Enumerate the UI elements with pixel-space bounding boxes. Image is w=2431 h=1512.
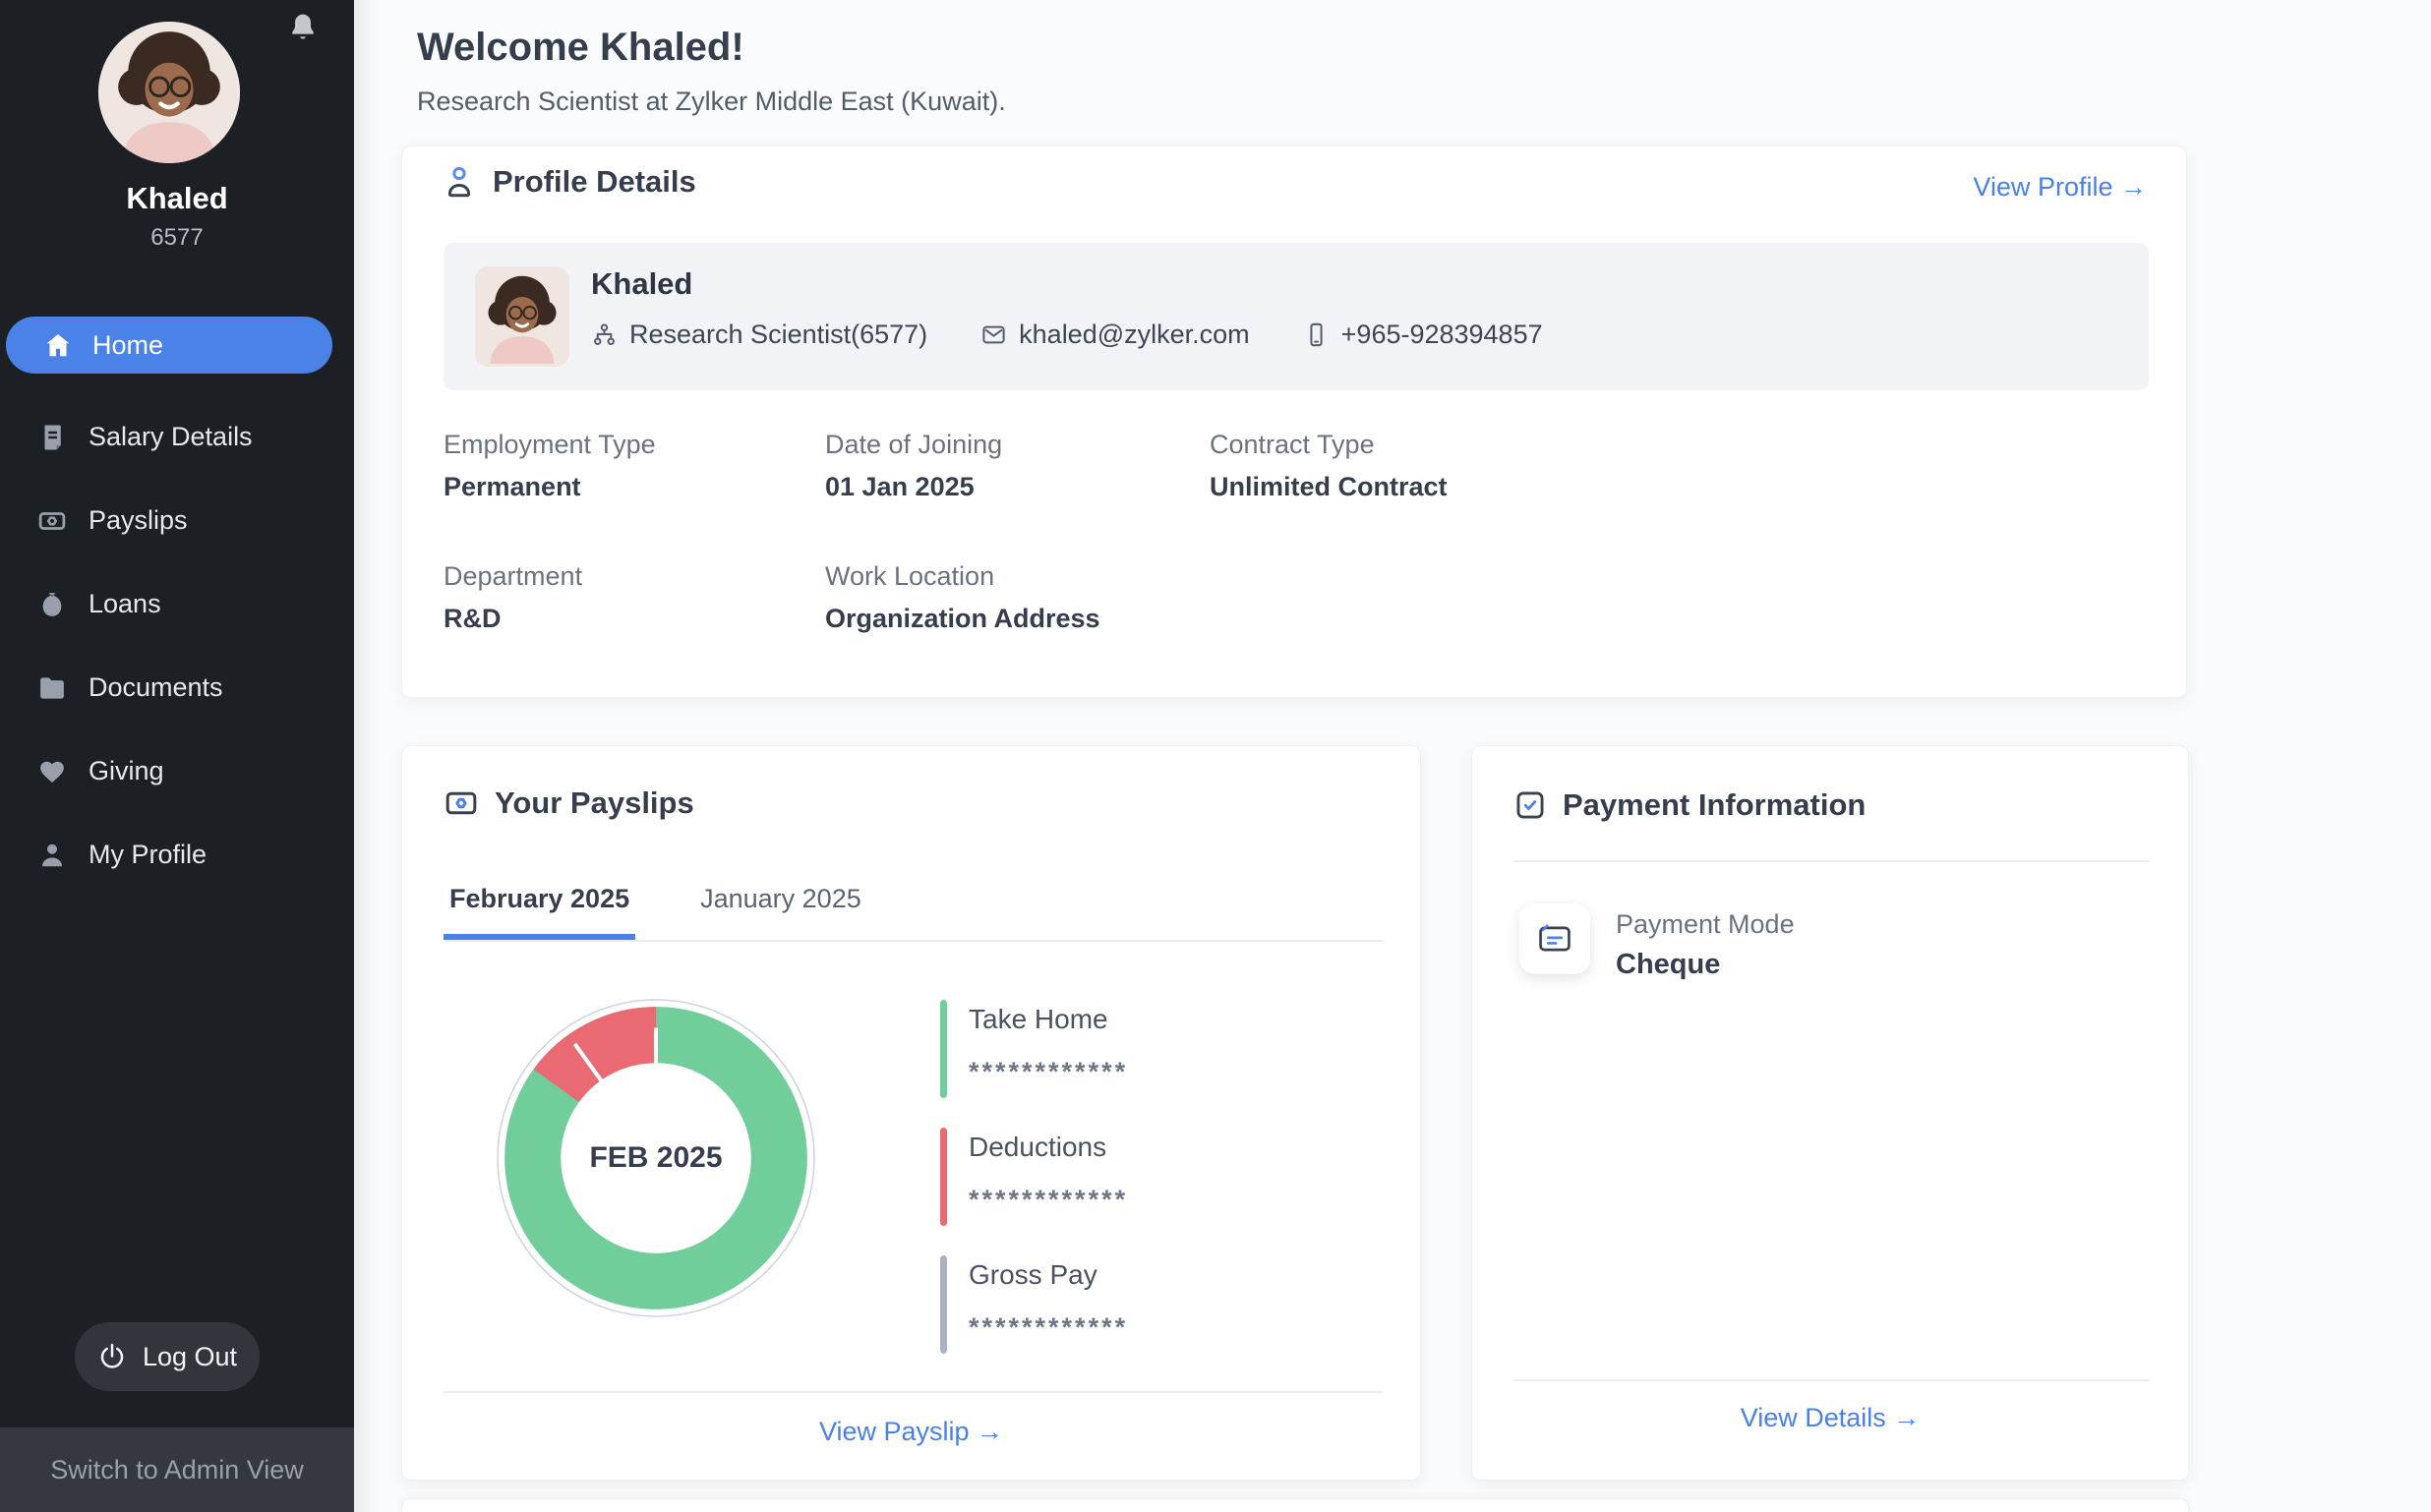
payment-mode-label: Payment Mode [1616, 909, 1795, 940]
profile-summary-box: Khaled Research Scientist(6577) khaled@z… [444, 243, 2149, 390]
sidebar-avatar [98, 22, 240, 163]
field-employment-type: Employment Type Permanent [444, 430, 656, 502]
profile-summary-contacts: Research Scientist(6577) khaled@zylker.c… [591, 320, 1582, 350]
my-profile-icon [37, 841, 67, 870]
view-payslip-link[interactable]: View Payslip → [402, 1417, 1420, 1447]
legend-bar-take-home [940, 1000, 947, 1098]
sidebar-item-label: Home [92, 330, 163, 361]
legend-bar-deductions [940, 1128, 947, 1226]
view-details-link[interactable]: View Details → [1472, 1403, 2188, 1433]
payslips-card-title: Your Payslips [495, 785, 694, 821]
sidebar-item-home[interactable]: Home [6, 317, 332, 374]
sidebar-item-payslips[interactable]: Payslips [0, 479, 354, 562]
sidebar: Khaled 6577 Home Salary Details Payslips… [0, 0, 354, 1512]
sidebar-shadow [354, 0, 376, 1512]
view-profile-link[interactable]: View Profile → [1973, 172, 2147, 203]
mobile-phone-icon [1303, 321, 1330, 348]
email: khaled@zylker.com [980, 320, 1250, 350]
profile-email: khaled@zylker.com [1019, 320, 1250, 350]
payment-mode-value: Cheque [1616, 949, 1720, 981]
divider [1513, 1379, 2149, 1381]
payslips-card: Your Payslips February 2025 January 2025… [401, 745, 1421, 1481]
legend-gross-pay: Gross Pay ************ [940, 1255, 1128, 1354]
tab-january-2025[interactable]: January 2025 [694, 884, 867, 940]
payslip-legend: Take Home ************ Deductions ******… [940, 1000, 1128, 1383]
legend-deductions: Deductions ************ [940, 1128, 1128, 1226]
legend-take-home: Take Home ************ [940, 1000, 1128, 1098]
person-outline-icon [442, 164, 477, 200]
profile-details-card: Profile Details View Profile → Khaled [401, 145, 2187, 698]
documents-icon [37, 673, 67, 703]
employee-portal: Khaled 6577 Home Salary Details Payslips… [0, 0, 2431, 1512]
profile-card-title: Profile Details [493, 164, 696, 200]
cheque-icon [1535, 919, 1574, 959]
divider [1513, 860, 2149, 862]
payment-information-card: Payment Information Payment Mode Cheque … [1471, 745, 2189, 1481]
payslip-donut-chart: FEB 2025 [496, 998, 816, 1318]
legend-bar-gross-pay [940, 1255, 947, 1354]
sidebar-employee-id: 6577 [0, 224, 354, 252]
mail-icon [980, 321, 1007, 348]
field-department: Department R&D [444, 561, 582, 634]
sidebar-item-documents[interactable]: Documents [0, 646, 354, 729]
field-work-location: Work Location Organization Address [825, 561, 1100, 634]
switch-to-admin-view[interactable]: Switch to Admin View [0, 1427, 354, 1512]
giving-heart-icon [37, 757, 67, 786]
payslip-month-tabs: February 2025 January 2025 [444, 884, 1384, 942]
home-icon [43, 330, 73, 360]
designation: Research Scientist(6577) [591, 320, 927, 350]
page-subtitle: Research Scientist at Zylker Middle East… [417, 87, 1006, 117]
profile-designation: Research Scientist(6577) [629, 320, 927, 350]
sidebar-item-my-profile[interactable]: My Profile [0, 813, 354, 897]
sidebar-nav: Salary Details Payslips Loans Documents … [0, 395, 354, 897]
profile-summary-name: Khaled [591, 266, 692, 302]
sidebar-item-salary-details[interactable]: Salary Details [0, 395, 354, 479]
designation-icon [591, 321, 618, 348]
logout-label: Log Out [143, 1342, 237, 1372]
loans-icon [37, 590, 67, 619]
field-date-of-joining: Date of Joining 01 Jan 2025 [825, 430, 1002, 502]
profile-phone: +965-928394857 [1341, 320, 1543, 350]
page-title: Welcome Khaled! [417, 26, 744, 70]
sidebar-item-loans[interactable]: Loans [0, 562, 354, 646]
divider [444, 1391, 1384, 1393]
salary-details-icon [37, 423, 67, 452]
field-contract-type: Contract Type Unlimited Contract [1210, 430, 1448, 502]
payment-header-icon [1513, 788, 1547, 822]
sidebar-item-giving[interactable]: Giving [0, 729, 354, 813]
cheque-icon-tile [1519, 903, 1590, 974]
payslips-header-icon [444, 785, 479, 821]
power-icon [97, 1342, 127, 1371]
phone: +965-928394857 [1303, 320, 1543, 350]
payslips-icon [37, 506, 67, 536]
sidebar-user-name: Khaled [0, 181, 354, 216]
payment-card-title: Payment Information [1563, 787, 1866, 823]
notifications-bell-icon[interactable] [287, 12, 319, 43]
tab-february-2025[interactable]: February 2025 [444, 884, 635, 940]
donut-center-label: FEB 2025 [496, 998, 816, 1318]
next-card-preview [401, 1498, 2189, 1512]
profile-avatar [475, 266, 569, 367]
logout-button[interactable]: Log Out [75, 1322, 260, 1391]
